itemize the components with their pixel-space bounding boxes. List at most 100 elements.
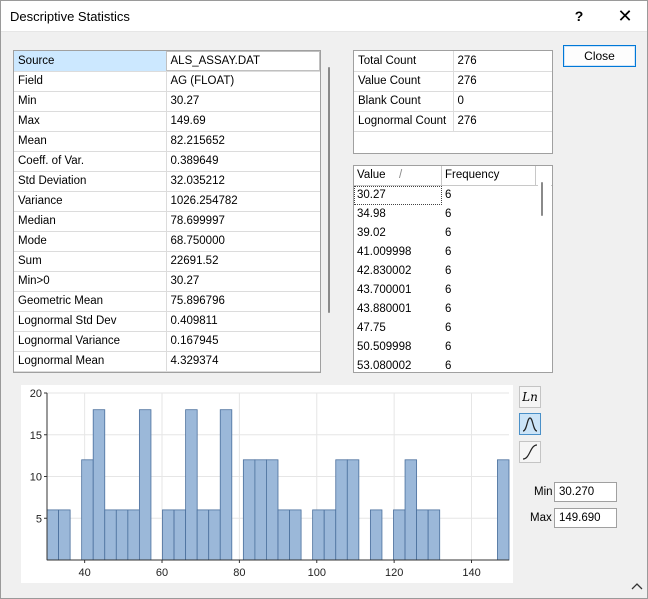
stat-label: Median — [14, 211, 167, 232]
y-tick-label: 10 — [30, 472, 42, 484]
statistics-grid[interactable]: Source ALS_ASSAY.DAT Field AG (FLOAT) Min 30.… — [13, 50, 321, 373]
table-row[interactable]: Value Count 276 — [354, 71, 552, 92]
histogram-bar — [254, 459, 267, 561]
table-row[interactable]: Min 30.27 — [14, 91, 320, 112]
table-row[interactable]: Std Deviation 32.035212 — [14, 171, 320, 192]
frequency-count: 6 — [445, 322, 452, 334]
min-input[interactable]: 30.270 — [554, 482, 617, 502]
frequency-count: 6 — [445, 246, 452, 258]
table-row[interactable]: Median 78.699997 — [14, 211, 320, 232]
frequency-list[interactable]: Value / Frequency 30.27 6 34.98 6 39.02 6 41.0… — [353, 165, 553, 373]
x-tick-label: 140 — [462, 567, 480, 579]
max-input[interactable]: 149.690 — [554, 508, 617, 528]
frequency-count: 6 — [445, 341, 452, 353]
table-row[interactable]: Max 149.69 — [14, 111, 320, 132]
histogram-bar — [173, 509, 187, 561]
list-item[interactable]: 41.009998 6 — [354, 243, 552, 262]
histogram-bar — [162, 509, 175, 561]
histogram-bar — [416, 509, 429, 561]
frequency-value: 41.009998 — [357, 246, 412, 258]
histogram-bar — [393, 509, 406, 561]
cumulative-curve-button[interactable] — [519, 441, 541, 463]
value-column-header[interactable]: Value / — [354, 166, 442, 185]
statistics-scrollbar[interactable] — [325, 51, 337, 373]
frequency-value: 34.98 — [357, 208, 386, 220]
histogram-bar — [219, 409, 233, 561]
counts-grid[interactable]: Total Count 276 Value Count 276 Blank Count 0… — [353, 50, 553, 154]
stat-label: Coeff. of Var. — [14, 151, 167, 172]
stat-label: Source — [14, 51, 167, 72]
table-row[interactable]: Mean 82.215652 — [14, 131, 320, 152]
stat-value: 0.409811 — [166, 311, 320, 332]
frequency-count: 6 — [445, 208, 452, 220]
close-button[interactable]: Close — [563, 45, 636, 67]
stat-value: 82.215652 — [166, 131, 320, 152]
histogram-bar — [92, 409, 106, 561]
frequency-value: 43.880001 — [357, 303, 412, 315]
stat-label: Sum — [14, 251, 167, 272]
stat-label: Max — [14, 111, 167, 132]
help-button[interactable]: ? — [565, 4, 593, 28]
ln-toggle-button[interactable]: Ln — [519, 386, 541, 408]
stat-value: 22691.52 — [166, 251, 320, 272]
table-row[interactable]: Geometric Mean 75.896796 — [14, 291, 320, 312]
stat-value: ALS_ASSAY.DAT — [166, 51, 320, 72]
table-row[interactable]: Total Count 276 — [354, 51, 552, 72]
list-item[interactable]: 50.509998 6 — [354, 338, 552, 357]
scrollbar-thumb[interactable] — [541, 182, 543, 216]
x-tick-label: 60 — [156, 567, 168, 579]
histogram-bar — [369, 509, 383, 561]
histogram-bar — [404, 459, 418, 561]
list-item[interactable]: 43.700001 6 — [354, 281, 552, 300]
stat-label: Blank Count — [354, 91, 454, 112]
frequency-column-header[interactable]: Frequency — [442, 166, 536, 185]
list-item[interactable]: 43.880001 6 — [354, 300, 552, 319]
stat-value: 75.896796 — [166, 291, 320, 312]
frequency-value: 50.509998 — [357, 341, 412, 353]
scrollbar-thumb[interactable] — [328, 67, 330, 313]
list-item[interactable]: 34.98 6 — [354, 205, 552, 224]
histogram-bar — [208, 509, 221, 561]
list-item[interactable]: 53.080002 6 — [354, 357, 552, 372]
table-row[interactable]: Lognormal Count 276 — [354, 111, 552, 132]
list-item[interactable]: 42.830002 6 — [354, 262, 552, 281]
frequency-count: 6 — [445, 284, 452, 296]
stat-label: Field — [14, 71, 167, 92]
list-item[interactable]: 30.27 6 — [354, 186, 552, 205]
table-row[interactable]: Coeff. of Var. 0.389649 — [14, 151, 320, 172]
table-row[interactable]: Blank Count 0 — [354, 91, 552, 112]
table-row[interactable]: Lognormal Mean 4.329374 — [14, 351, 320, 372]
frequency-scrollbar[interactable] — [538, 166, 551, 372]
normal-curve-button[interactable] — [519, 413, 541, 435]
title-bar: Descriptive Statistics ? ✕ — [1, 1, 647, 32]
table-row[interactable]: Source ALS_ASSAY.DAT — [14, 51, 320, 72]
stat-value: 1026.254782 — [166, 191, 320, 212]
s-curve-icon — [522, 444, 538, 460]
stat-label: Min — [14, 91, 167, 112]
table-row[interactable]: Field AG (FLOAT) — [14, 71, 320, 92]
histogram-bar — [196, 509, 210, 561]
table-row[interactable]: Lognormal Std Dev 0.409811 — [14, 311, 320, 332]
stat-label: Lognormal Mean — [14, 351, 167, 372]
table-row[interactable]: Min>0 30.27 — [14, 271, 320, 292]
collapse-chevron-icon[interactable] — [631, 581, 643, 591]
sort-indicator-icon: / — [399, 169, 403, 181]
table-row[interactable]: Lognormal Variance 0.167945 — [14, 331, 320, 352]
ln-label: Ln — [522, 390, 538, 404]
table-row[interactable]: Sum 22691.52 — [14, 251, 320, 272]
histogram-bar — [127, 509, 140, 561]
stat-label: Mean — [14, 131, 167, 152]
frequency-count: 6 — [445, 303, 452, 315]
table-row[interactable]: Mode 68.750000 — [14, 231, 320, 252]
histogram-bar — [346, 459, 360, 561]
list-item[interactable]: 39.02 6 — [354, 224, 552, 243]
histogram-bar — [277, 509, 290, 561]
close-icon[interactable]: ✕ — [611, 4, 639, 28]
table-row[interactable]: Variance 1026.254782 — [14, 191, 320, 212]
histogram-bar — [115, 509, 129, 561]
stat-value: 30.27 — [166, 271, 320, 292]
stat-value: 0 — [453, 91, 552, 112]
frequency-value: 47.75 — [357, 322, 386, 334]
list-item[interactable]: 47.75 6 — [354, 319, 552, 338]
y-tick-label: 20 — [30, 388, 42, 400]
